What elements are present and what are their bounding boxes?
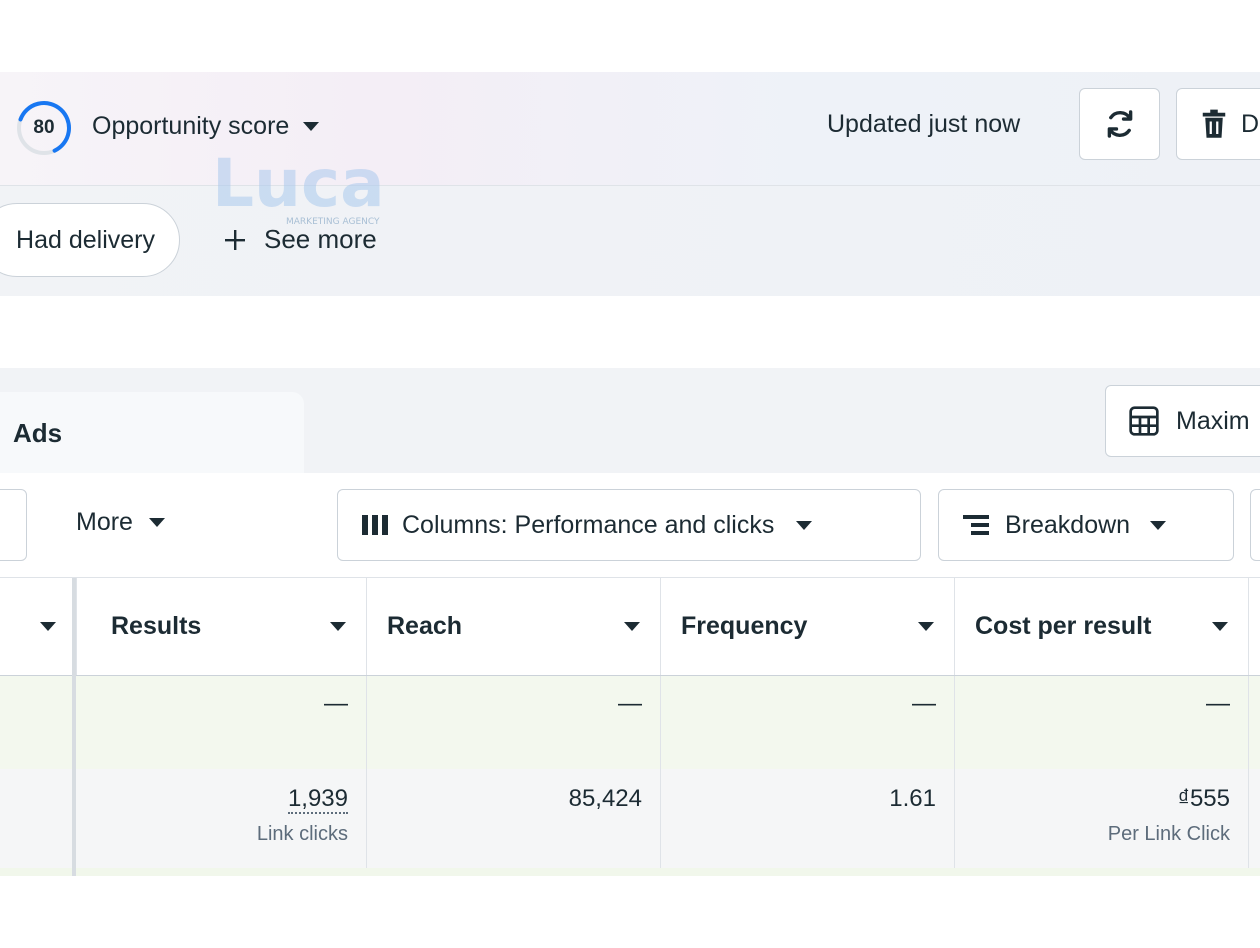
results-cell: — (324, 690, 348, 717)
breakdown-dropdown[interactable]: Breakdown (938, 489, 1234, 561)
columns-label: Columns: Performance and clicks (402, 510, 775, 539)
tab-ads-label: Ads (13, 418, 63, 448)
caret-down-icon (40, 622, 56, 631)
updated-status: Updated just now (827, 110, 1021, 138)
column-header-label: Reach (387, 612, 463, 640)
column-header-frequency[interactable]: Frequency (660, 578, 954, 675)
table-row-partial (0, 868, 1260, 876)
table-header-row: Results Reach Frequency Cost per result (0, 578, 1260, 676)
search-field-edge[interactable] (0, 489, 27, 561)
caret-down-icon (624, 622, 640, 631)
column-header-cost-per-result[interactable]: Cost per result (954, 578, 1248, 675)
frequency-cell: 1.61 (660, 769, 954, 875)
more-dropdown[interactable]: More (76, 508, 165, 537)
breakdown-label: Breakdown (1005, 510, 1131, 539)
filter-bar (0, 186, 1260, 296)
partial-cell (1248, 676, 1260, 769)
tab-ads[interactable]: Ads (0, 392, 304, 474)
maximize-label: Maxim (1176, 406, 1250, 435)
column-header-results[interactable]: Results (76, 578, 366, 675)
results-value[interactable]: 1,939 (287, 785, 348, 814)
cost-per-result-value: ₫555 (1177, 785, 1230, 812)
see-more-button[interactable]: See more (224, 224, 377, 255)
table-row: 1,939 Link clicks 85,424 1.61 ₫555 Per L… (0, 769, 1260, 875)
refresh-icon (1107, 110, 1132, 138)
reach-cell: — (366, 676, 660, 769)
toolbar-button-partial[interactable] (1250, 489, 1260, 561)
columns-dropdown[interactable]: Columns: Performance and clicks (337, 489, 921, 561)
table-grid-icon (1129, 406, 1159, 436)
reach-cell: 85,424 (366, 769, 660, 875)
opportunity-score-dropdown[interactable]: Opportunity score (92, 112, 320, 141)
refresh-button[interactable] (1079, 88, 1160, 160)
frozen-column-divider[interactable] (72, 578, 76, 876)
caret-down-icon (796, 520, 813, 530)
results-subtext: Link clicks (256, 823, 348, 845)
opportunity-score-value: 80 (33, 117, 55, 138)
delete-label: D (1241, 109, 1260, 138)
caret-down-icon (303, 122, 320, 131)
maximize-button[interactable]: Maxim (1105, 385, 1260, 457)
filter-chip-had-delivery[interactable]: Had delivery (0, 203, 180, 277)
caret-down-icon (148, 518, 165, 527)
plus-icon (225, 229, 245, 250)
cost-per-result-cell: ₫555 Per Link Click (954, 769, 1248, 875)
column-header-name[interactable] (0, 578, 74, 675)
frequency-cell: — (660, 676, 954, 769)
column-header-reach[interactable]: Reach (366, 578, 660, 675)
more-label: More (76, 508, 133, 536)
see-more-label: See more (264, 224, 377, 254)
results-cell: 1,939 Link clicks (76, 769, 366, 875)
column-header-label: Results (111, 612, 202, 640)
columns-icon (362, 515, 388, 535)
column-header-partial (1248, 578, 1260, 675)
caret-down-icon (330, 622, 346, 631)
opportunity-score-label: Opportunity score (92, 112, 290, 140)
breakdown-icon (963, 515, 989, 535)
cost-per-result-subtext: Per Link Click (1107, 823, 1230, 845)
caret-down-icon (1212, 622, 1228, 631)
partial-cell (1248, 769, 1260, 875)
trash-icon (1202, 109, 1226, 138)
cost-per-result-cell: — (954, 676, 1248, 769)
column-header-label: Cost per result (975, 612, 1152, 640)
filter-chip-label: Had delivery (16, 225, 155, 254)
caret-down-icon (918, 622, 934, 631)
delete-button[interactable]: D (1176, 88, 1260, 160)
column-header-label: Frequency (681, 612, 808, 640)
caret-down-icon (1150, 520, 1167, 530)
table-row: — — — — (0, 676, 1260, 769)
